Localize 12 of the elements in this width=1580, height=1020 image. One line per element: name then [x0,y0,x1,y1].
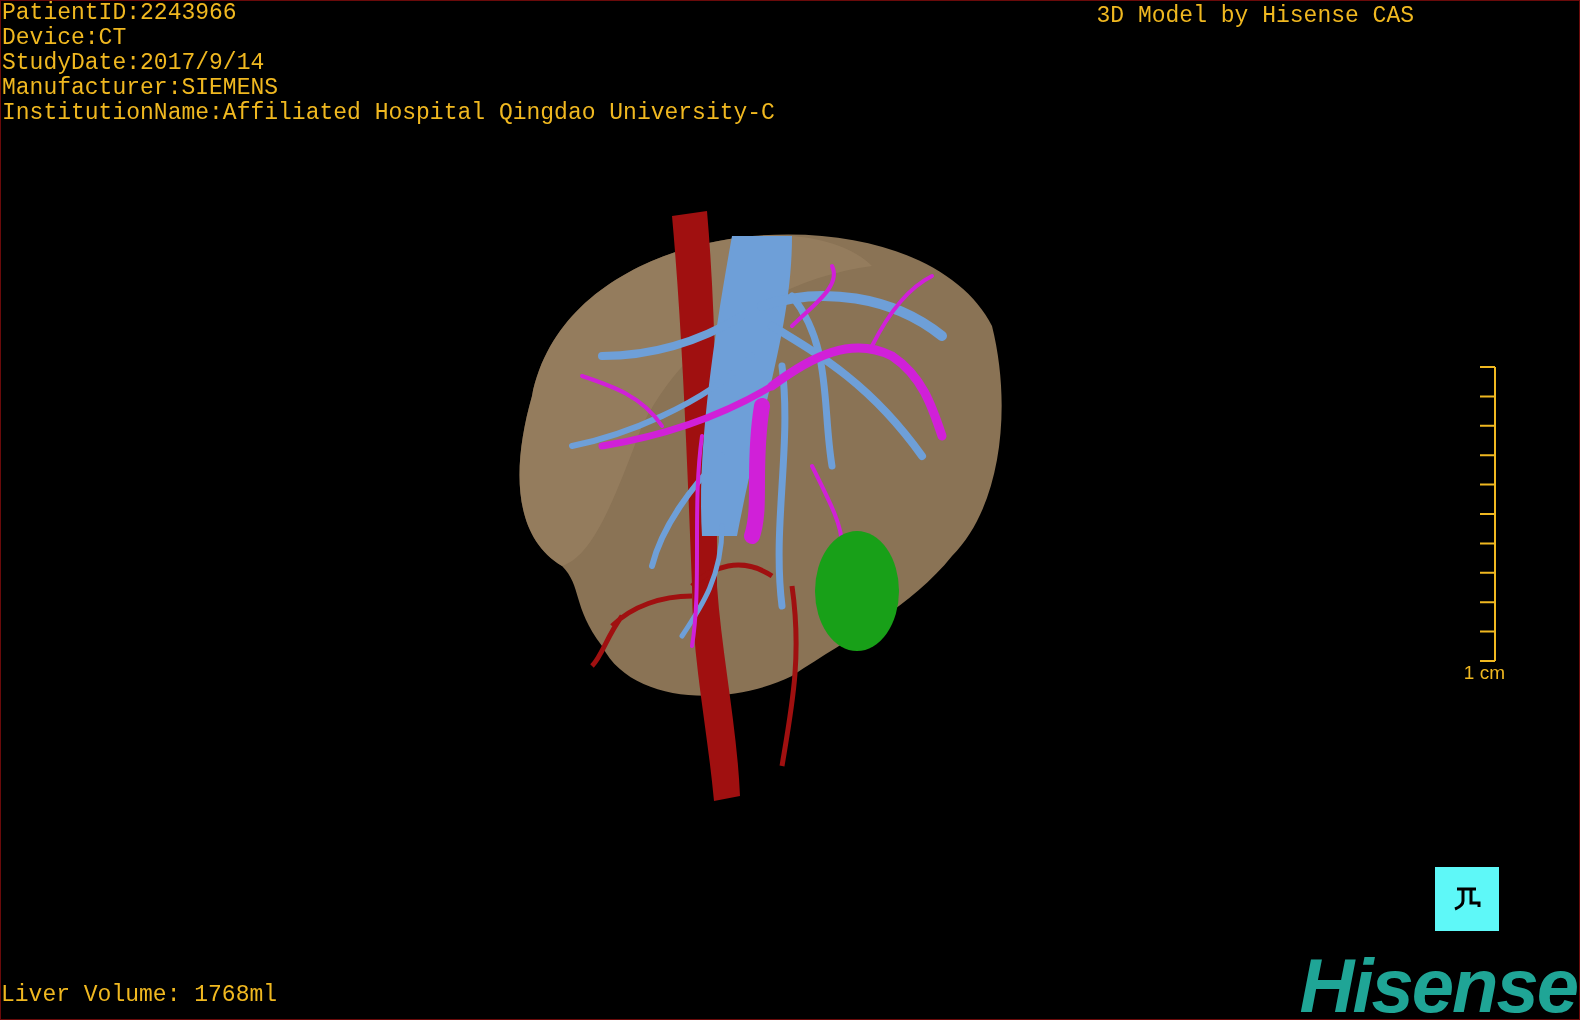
scale-bar-icon [1477,366,1497,662]
info-text: Manufacturer:SIEMENS [2,76,280,101]
info-text: Device:CT [2,26,128,51]
info-text: PatientID:2243966 [2,1,238,26]
liver-volume-text: Liver Volume: 1768ml [1,981,278,1010]
viewer-title: 3D Model by Hisense CAS [1096,2,1415,31]
info-text: StudyDate:2017/9/14 [2,51,266,76]
tool-button[interactable] [1435,867,1499,931]
brand-logo: Hisense [1299,953,1577,1019]
glyph-icon [1452,885,1482,913]
scale-label: 1 cm [1463,662,1505,684]
info-text: InstitutionName:Affiliated Hospital Qingdao University-C [2,101,775,126]
